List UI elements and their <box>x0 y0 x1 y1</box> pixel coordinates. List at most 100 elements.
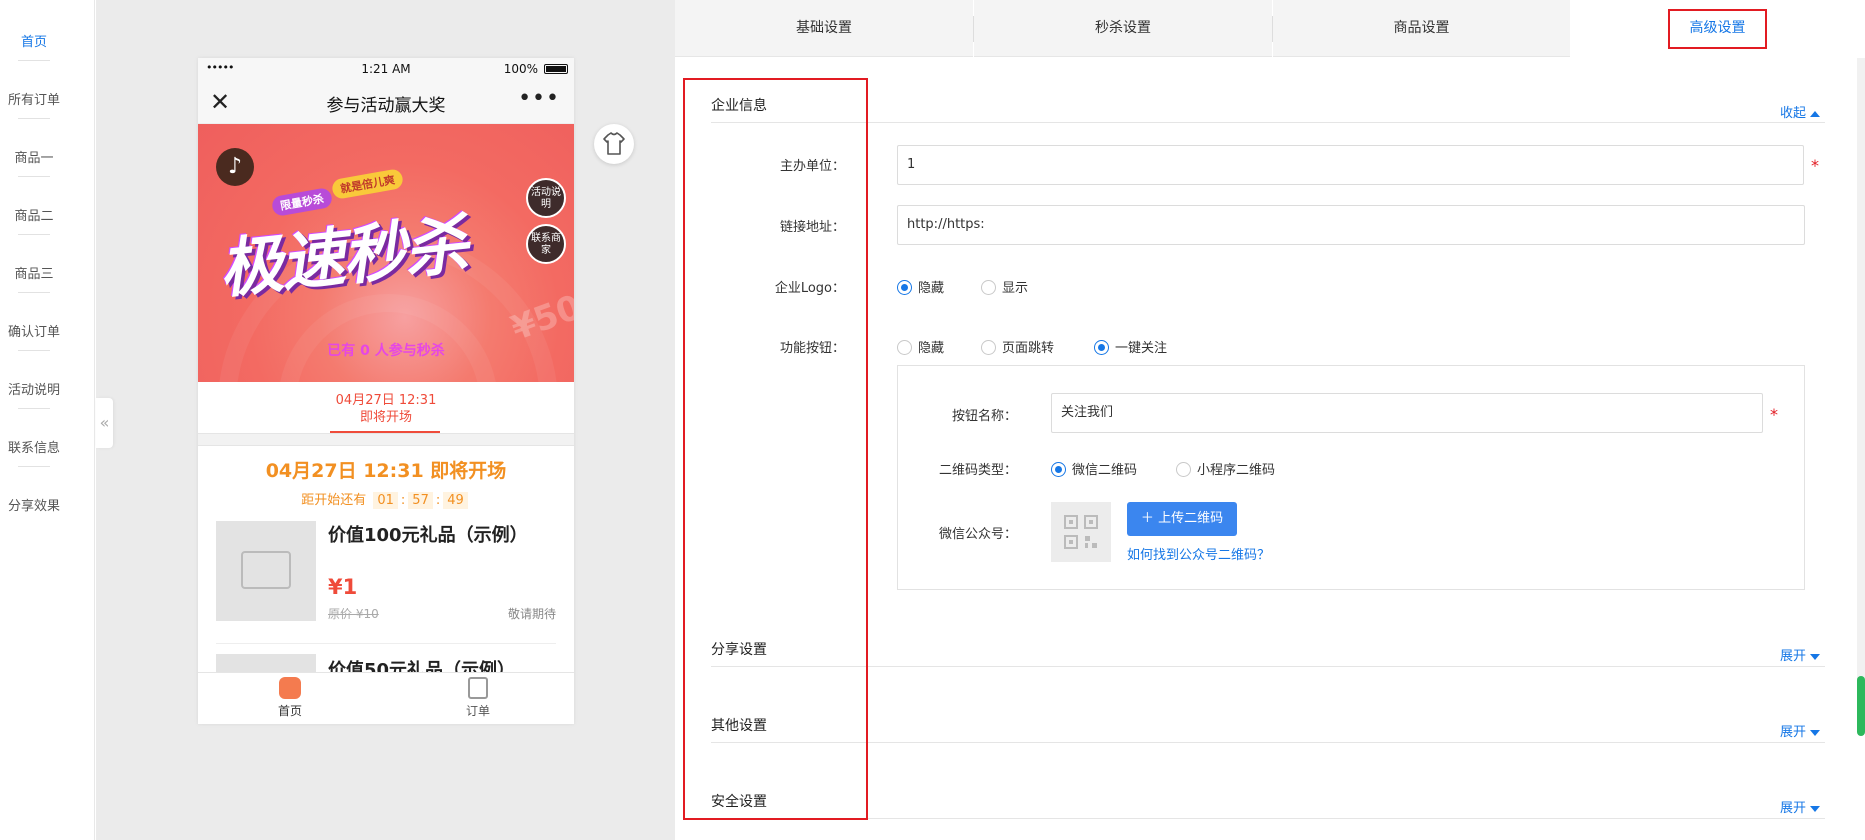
phone-preview: ••••• 1:21 AM 100% ✕ 参与活动赢大奖 ••• ¥500 ♪ … <box>198 58 574 724</box>
button-name-label: 按钮名称： <box>951 409 1017 424</box>
nav-divider <box>18 176 50 177</box>
banner-tag: 就是倍儿爽 <box>330 167 405 201</box>
nav-divider <box>18 466 50 467</box>
session-tab-underline <box>330 431 440 433</box>
nav-item-product-1[interactable]: 商品一 <box>0 147 68 166</box>
shirt-icon <box>603 132 625 155</box>
link-input[interactable]: http://https: <box>897 205 1805 245</box>
tab-basic-settings[interactable]: 基础设置 <box>675 0 973 57</box>
tab-product-settings[interactable]: 商品设置 <box>1273 0 1570 57</box>
product-card[interactable]: 价值100元礼品（示例） ¥1 原价 ¥10 敬请期待 <box>216 509 556 644</box>
nav-item-product-3[interactable]: 商品三 <box>0 263 68 282</box>
status-bar: ••••• 1:21 AM 100% <box>198 58 574 80</box>
radio-label: 隐藏 <box>918 281 945 296</box>
qr-code-icon <box>1064 515 1098 549</box>
chevron-down-icon <box>1810 729 1820 736</box>
nav-item-product-2[interactable]: 商品二 <box>0 205 68 224</box>
func-radio-follow[interactable]: 一键关注 <box>1094 337 1167 356</box>
scrollbar-track[interactable] <box>1857 58 1865 718</box>
radio-label: 隐藏 <box>918 341 945 356</box>
logo-radio-show[interactable]: 显示 <box>981 277 1028 296</box>
order-icon <box>468 677 488 699</box>
radio-checked-icon <box>1094 340 1109 355</box>
nav-item-share[interactable]: 分享效果 <box>0 495 68 514</box>
product-image <box>216 521 316 621</box>
divider <box>198 434 574 446</box>
nav-item-all-orders[interactable]: 所有订单 <box>0 89 68 108</box>
session-status: 即将开场 <box>359 410 412 425</box>
radio-icon <box>897 340 912 355</box>
chevron-up-icon <box>1810 110 1820 117</box>
tab-seckill-settings[interactable]: 秒杀设置 <box>974 0 1272 57</box>
collapse-toggle[interactable]: 收起 <box>1780 102 1820 121</box>
music-icon[interactable]: ♪ <box>216 148 254 186</box>
qr-code-placeholder <box>1051 502 1111 562</box>
nav-item-home[interactable]: 首页 <box>0 31 68 50</box>
radio-checked-icon <box>1051 462 1066 477</box>
theme-shirt-button[interactable] <box>594 124 634 164</box>
radio-label: 页面跳转 <box>1002 341 1055 356</box>
upload-qr-button[interactable]: ＋ 上传二维码 <box>1127 502 1237 536</box>
countdown-title: 04月27日 12:31 即将开场 <box>265 460 507 482</box>
countdown-hours: 01 <box>373 492 398 509</box>
collapse-sidebar-handle[interactable]: « <box>96 398 113 448</box>
nav-item-activity-info[interactable]: 活动说明 <box>0 379 68 398</box>
section-divider <box>711 666 1825 667</box>
radio-label: 一键关注 <box>1115 341 1168 356</box>
collapse-label: 收起 <box>1779 106 1806 121</box>
expand-toggle-other[interactable]: 展开 <box>1780 721 1820 740</box>
qr-radio-wechat[interactable]: 微信二维码 <box>1051 459 1137 478</box>
countdown-minutes: 57 <box>408 492 433 509</box>
product-status: 敬请期待 <box>507 607 556 621</box>
tabbar-home-label: 首页 <box>277 704 302 718</box>
organizer-input[interactable]: 1 <box>897 145 1804 185</box>
nav-divider <box>18 292 50 293</box>
section-divider <box>711 818 1825 819</box>
nav-divider <box>18 234 50 235</box>
session-date: 04月27日 12:31 <box>335 393 437 408</box>
section-divider <box>711 742 1825 743</box>
radio-icon <box>981 280 996 295</box>
qr-radio-miniprogram[interactable]: 小程序二维码 <box>1176 459 1275 478</box>
scrollbar-thumb[interactable] <box>1857 676 1865 736</box>
highlight-box-tab <box>1668 9 1767 49</box>
plus-icon: ＋ <box>1140 511 1154 526</box>
nav-item-confirm-order[interactable]: 确认订单 <box>0 321 68 340</box>
contact-merchant-button[interactable]: 联系商家 <box>526 224 566 264</box>
button-name-input[interactable]: 关注我们 <box>1051 393 1763 433</box>
expand-label: 展开 <box>1779 725 1806 740</box>
radio-checked-icon <box>897 280 912 295</box>
expand-label: 展开 <box>1779 649 1806 664</box>
nav-divider <box>18 350 50 351</box>
func-radio-hide[interactable]: 隐藏 <box>897 337 944 356</box>
qr-help-link[interactable]: 如何找到公众号二维码？ <box>1127 544 1270 563</box>
radio-label: 显示 <box>1002 281 1029 296</box>
activity-banner: ¥500 ♪ 就是倍儿爽 限量秒杀 极速秒杀 活动说明 联系商家 已有 0 人参… <box>198 124 574 382</box>
highlight-box-labels <box>683 78 868 820</box>
wechat-account-label: 微信公众号： <box>938 527 1017 542</box>
tabbar-home[interactable]: 首页 <box>250 677 330 719</box>
expand-toggle-share[interactable]: 展开 <box>1780 645 1820 664</box>
home-icon <box>279 677 301 699</box>
radio-icon <box>981 340 996 355</box>
session-tab[interactable]: 04月27日 12:31 即将开场 <box>198 382 574 434</box>
expand-toggle-security[interactable]: 展开 <box>1780 797 1820 816</box>
logo-radio-hide[interactable]: 隐藏 <box>897 277 944 296</box>
countdown-prefix: 距开始还有 <box>301 493 367 508</box>
nav-divider <box>18 408 50 409</box>
banner-ticket-text: ¥500 <box>506 279 574 349</box>
countdown: 距开始还有 01:57:49 <box>198 489 574 509</box>
func-radio-jump[interactable]: 页面跳转 <box>981 337 1054 356</box>
tabbar-order-label: 订单 <box>465 704 490 718</box>
tabbar-order[interactable]: 订单 <box>438 677 518 719</box>
product-original-price: 原价 ¥10 <box>328 607 379 621</box>
battery-icon <box>544 64 568 74</box>
session-tab-label: 04月27日 12:31 即将开场 <box>198 392 574 426</box>
more-icon[interactable]: ••• <box>518 86 560 111</box>
nav-item-contact[interactable]: 联系信息 <box>0 437 68 456</box>
phone-tabbar: 首页 订单 <box>198 672 574 724</box>
phone-navbar: ✕ 参与活动赢大奖 ••• <box>198 80 574 124</box>
section-divider <box>711 122 1825 123</box>
activity-info-button[interactable]: 活动说明 <box>526 178 566 218</box>
radio-icon <box>1176 462 1191 477</box>
